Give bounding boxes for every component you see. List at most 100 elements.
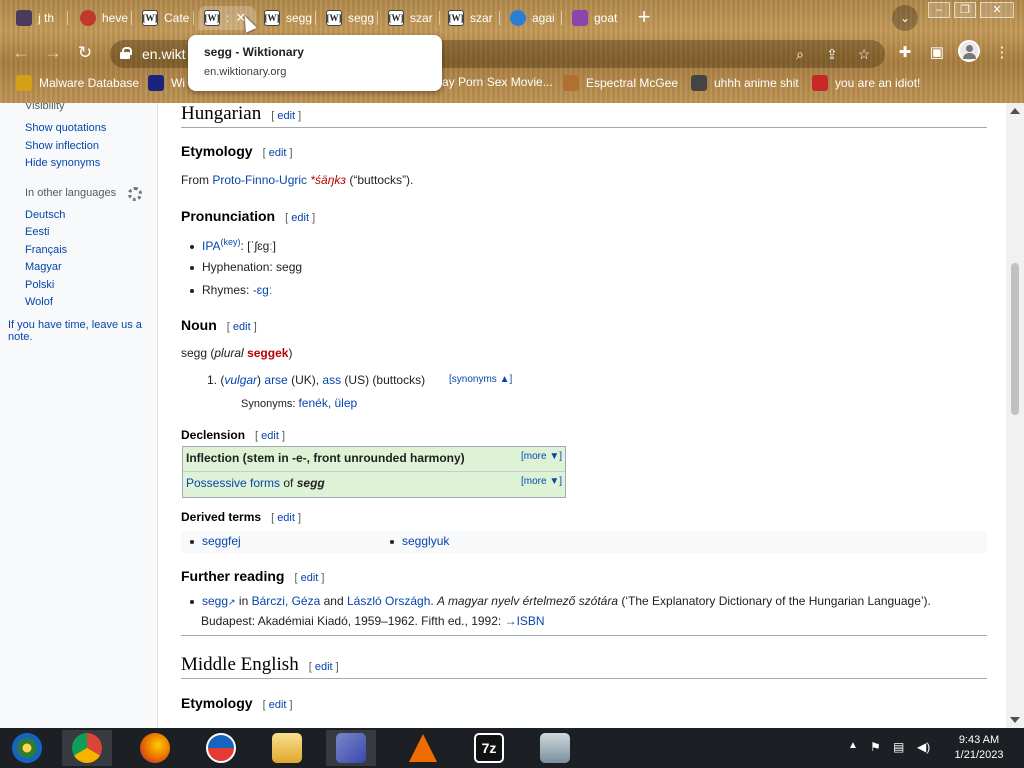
edit-link[interactable]: [ edit ] — [263, 147, 293, 159]
leave-note-link-2[interactable]: note. — [8, 331, 32, 343]
media-center-icon — [12, 733, 42, 763]
taskbar-monitor[interactable] — [530, 730, 580, 766]
more-toggle[interactable]: [more ▼] — [521, 476, 562, 487]
gear-icon[interactable] — [128, 187, 142, 201]
seggfej-link[interactable]: seggfej — [202, 534, 241, 548]
anime-favicon-icon — [691, 75, 707, 91]
lang-francais[interactable]: Français — [25, 244, 67, 256]
lang-wolof[interactable]: Wolof — [25, 296, 53, 308]
bookmark-star-icon[interactable]: ☆ — [854, 44, 874, 64]
scroll-down-arrow-icon[interactable] — [1010, 717, 1020, 723]
network-icon — [336, 733, 366, 763]
minimize-button[interactable]: – — [928, 2, 950, 18]
sidebar-item-show-inflection[interactable]: Show inflection — [25, 140, 99, 152]
url-text[interactable]: en.wikt — [142, 46, 186, 62]
tab-10[interactable]: goat — [566, 6, 624, 30]
tab-3[interactable]: [W] Cate — [136, 6, 194, 30]
side-panel-icon[interactable]: ▣ — [925, 41, 949, 65]
proto-finno-ugric-link[interactable]: Proto-Finno-Ugric — [212, 173, 307, 187]
network-tray-icon[interactable]: ▤ — [893, 740, 904, 754]
scrollbar-thumb[interactable] — [1011, 263, 1019, 415]
taskbar-file-explorer[interactable] — [262, 730, 312, 766]
tab-5[interactable]: [W] segg — [258, 6, 316, 30]
system-clock[interactable]: 9:43 AM 1/21/2023 — [946, 733, 1012, 763]
zoom-icon[interactable]: ⌕ — [790, 44, 810, 64]
page-scrollbar[interactable] — [1006, 103, 1024, 728]
bookmark-anime[interactable]: uhhh anime shit — [691, 75, 799, 91]
orszagh-link[interactable]: László Országh — [347, 594, 430, 608]
tab-8[interactable]: [W] szar — [442, 6, 500, 30]
lang-eesti[interactable]: Eesti — [25, 226, 49, 238]
back-arrow-icon[interactable]: ← — [8, 40, 34, 66]
sidebar-item-hide-synonyms[interactable]: Hide synonyms — [25, 157, 100, 169]
tray-expand-icon[interactable]: ▲ — [848, 740, 858, 751]
edit-link[interactable]: [ edit ] — [271, 110, 301, 122]
reload-icon[interactable]: ↻ — [72, 40, 98, 66]
ipa-key-link[interactable]: (key) — [220, 237, 240, 247]
derived-terms-box — [181, 531, 987, 553]
ass-link[interactable]: ass — [322, 373, 341, 387]
tab-1[interactable]: j th — [10, 6, 68, 30]
lock-icon[interactable] — [120, 47, 132, 59]
new-tab-button[interactable]: + — [632, 6, 656, 30]
more-toggle[interactable]: [more ▼] — [521, 451, 562, 462]
bookmark-wi[interactable]: Wi — [148, 75, 185, 91]
volume-icon[interactable]: ◀) — [917, 740, 930, 754]
lang-deutsch[interactable]: Deutsch — [25, 209, 65, 221]
heading-derived-terms: Derived terms — [181, 510, 262, 524]
edit-link[interactable]: [ edit ] — [294, 572, 324, 584]
taskbar-7zip[interactable]: 7z — [464, 730, 514, 766]
taskbar-network[interactable] — [326, 730, 376, 766]
bookmark-malware-database[interactable]: Malware Database — [16, 75, 139, 91]
isbn-link[interactable]: →ISBN — [505, 614, 545, 628]
taskbar-vlc[interactable] — [398, 730, 448, 766]
taskbar-media-center[interactable] — [2, 730, 52, 766]
share-icon[interactable]: ⇪ — [822, 44, 842, 64]
synonyms-toggle[interactable]: [synonyms ▲] — [449, 374, 512, 385]
external-segg-link[interactable]: segg — [202, 594, 228, 608]
edit-link[interactable]: [ edit ] — [263, 699, 293, 711]
telegram-favicon-icon — [510, 10, 526, 26]
headword-line: segg (plural seggek) — [181, 346, 293, 360]
sidebar-item-show-quotations[interactable]: Show quotations — [25, 122, 106, 134]
lang-magyar[interactable]: Magyar — [25, 261, 62, 273]
maximize-button[interactable]: ❐ — [954, 2, 976, 18]
edit-link[interactable]: [ edit ] — [285, 212, 315, 224]
reconstruction-link[interactable]: *śäŋkз — [310, 173, 346, 187]
tab-9[interactable]: agai — [504, 6, 562, 30]
tab-search-button[interactable]: ⌄ — [892, 5, 918, 31]
plural-form-link[interactable]: seggek — [247, 346, 288, 360]
profile-avatar[interactable] — [958, 40, 980, 62]
segglyuk-link[interactable]: segglyuk — [402, 534, 449, 548]
edit-link[interactable]: [ edit ] — [255, 430, 285, 442]
extensions-puzzle-icon[interactable]: ✚ — [893, 41, 917, 65]
barczi-link[interactable]: Bárczi, Géza — [252, 594, 321, 608]
taskbar-chrome[interactable] — [62, 730, 112, 766]
tab-6[interactable]: [W] segg — [320, 6, 378, 30]
possessive-table-header[interactable]: Possessive forms of segg [more ▼] — [183, 472, 565, 497]
bookmark-idiot[interactable]: you are an idiot! — [812, 75, 920, 91]
edit-link[interactable]: [ edit ] — [227, 321, 257, 333]
lang-polski[interactable]: Polski — [25, 279, 54, 291]
flag-icon[interactable]: ⚑ — [870, 740, 881, 754]
edit-link[interactable]: [ edit ] — [309, 661, 339, 673]
inflection-table-header[interactable]: Inflection (stem in -e-, front unrounded… — [183, 447, 565, 472]
ipa-link[interactable]: IPA — [202, 239, 220, 253]
chrome-icon — [72, 733, 102, 763]
tooltip-url: en.wiktionary.org — [204, 66, 287, 78]
tab-2[interactable]: heve — [74, 6, 132, 30]
tab-7[interactable]: [W] szar — [382, 6, 440, 30]
forward-arrow-icon[interactable]: → — [40, 40, 66, 66]
taskbar-obama[interactable] — [196, 730, 246, 766]
bookmark-movies[interactable]: ay Porn Sex Movie... — [442, 75, 553, 89]
leave-note-link[interactable]: If you have time, leave us a — [8, 319, 142, 331]
close-window-button[interactable]: ✕ — [980, 2, 1014, 18]
scroll-up-arrow-icon[interactable] — [1010, 108, 1020, 114]
menu-kebab-icon[interactable]: ⋮ — [990, 41, 1014, 65]
synonyms-links[interactable]: fenék, ülep — [298, 396, 357, 410]
taskbar-firefox[interactable] — [130, 730, 180, 766]
arse-link[interactable]: arse — [264, 373, 287, 387]
rhymes-link[interactable]: -ɛɡː — [253, 283, 273, 297]
bookmark-espectral-mcgee[interactable]: Espectral McGee — [563, 75, 678, 91]
edit-link[interactable]: [ edit ] — [271, 512, 301, 524]
